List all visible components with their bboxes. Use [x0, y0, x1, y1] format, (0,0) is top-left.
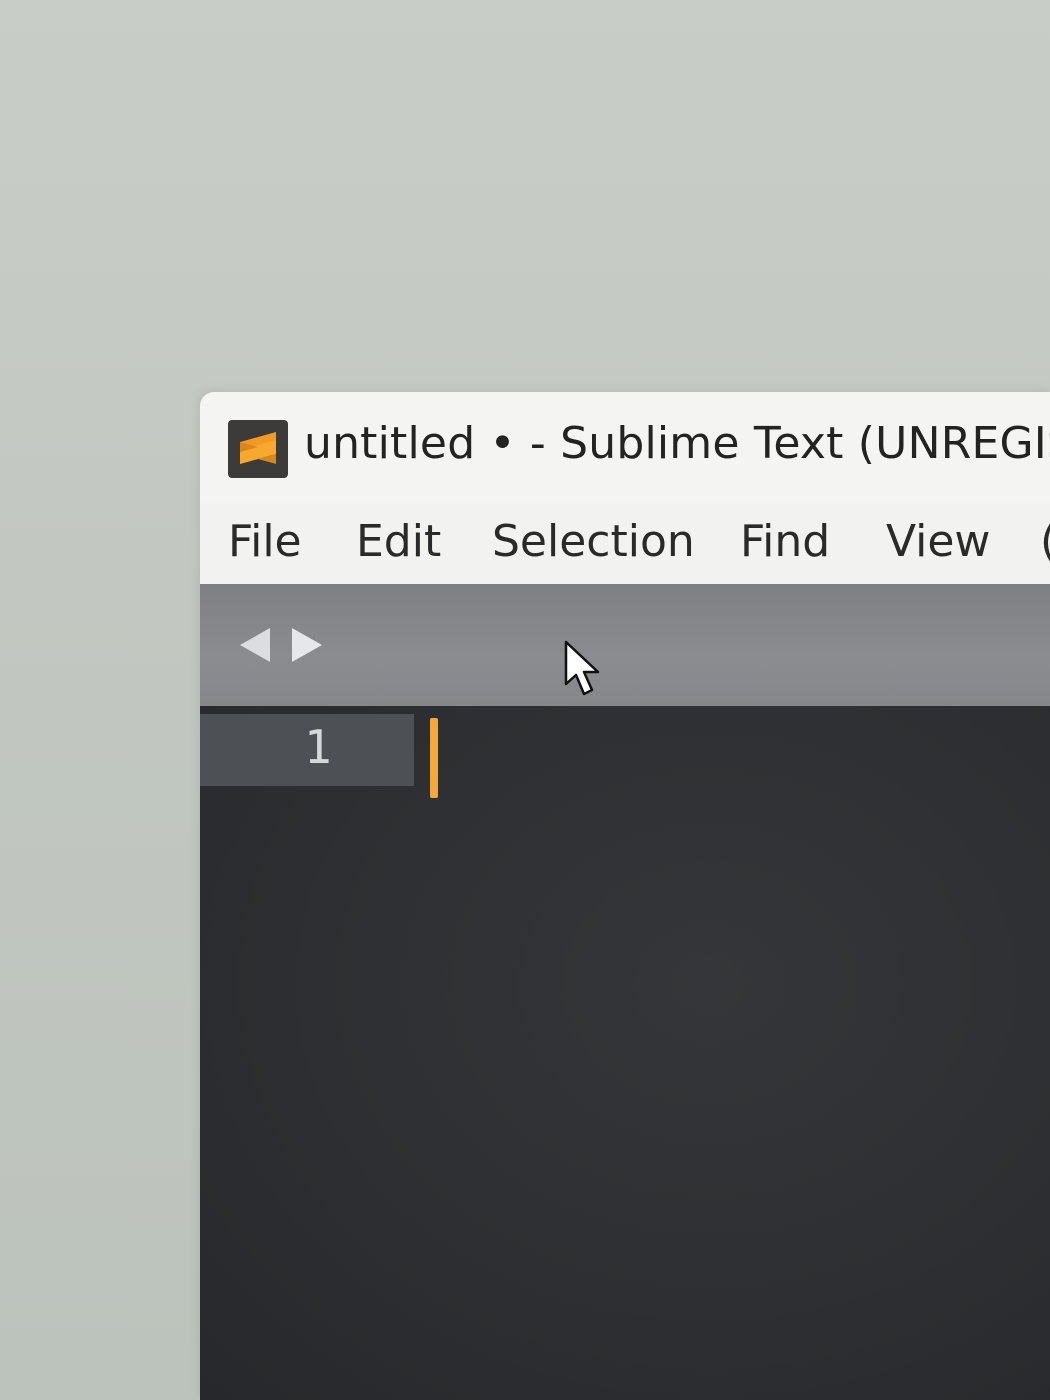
- gutter-active-line: 1: [200, 714, 414, 786]
- mouse-pointer-icon: [563, 640, 603, 702]
- sublime-text-logo-icon: [228, 420, 288, 478]
- menu-item-edit[interactable]: Edit: [356, 516, 441, 567]
- tab-bar: [200, 584, 1050, 706]
- triangle-left-icon[interactable]: [238, 626, 272, 668]
- menu-item-find[interactable]: Find: [740, 516, 830, 567]
- line-number: 1: [304, 720, 332, 774]
- menu-item-overflow[interactable]: (: [1040, 516, 1050, 567]
- menu-item-file[interactable]: File: [228, 516, 302, 567]
- text-caret: [430, 718, 438, 798]
- window-title: untitled • - Sublime Text (UNREGISTE: [304, 418, 1050, 469]
- sublime-text-window: untitled • - Sublime Text (UNREGISTE Fil…: [200, 392, 1050, 1400]
- triangle-right-icon[interactable]: [290, 626, 324, 668]
- menu-bar: File Edit Selection Find View (: [200, 502, 1050, 584]
- editor-area[interactable]: 1: [200, 706, 1050, 1400]
- title-bar[interactable]: untitled • - Sublime Text (UNREGISTE: [200, 392, 1050, 502]
- menu-item-selection[interactable]: Selection: [492, 516, 695, 567]
- menu-item-view[interactable]: View: [886, 516, 990, 567]
